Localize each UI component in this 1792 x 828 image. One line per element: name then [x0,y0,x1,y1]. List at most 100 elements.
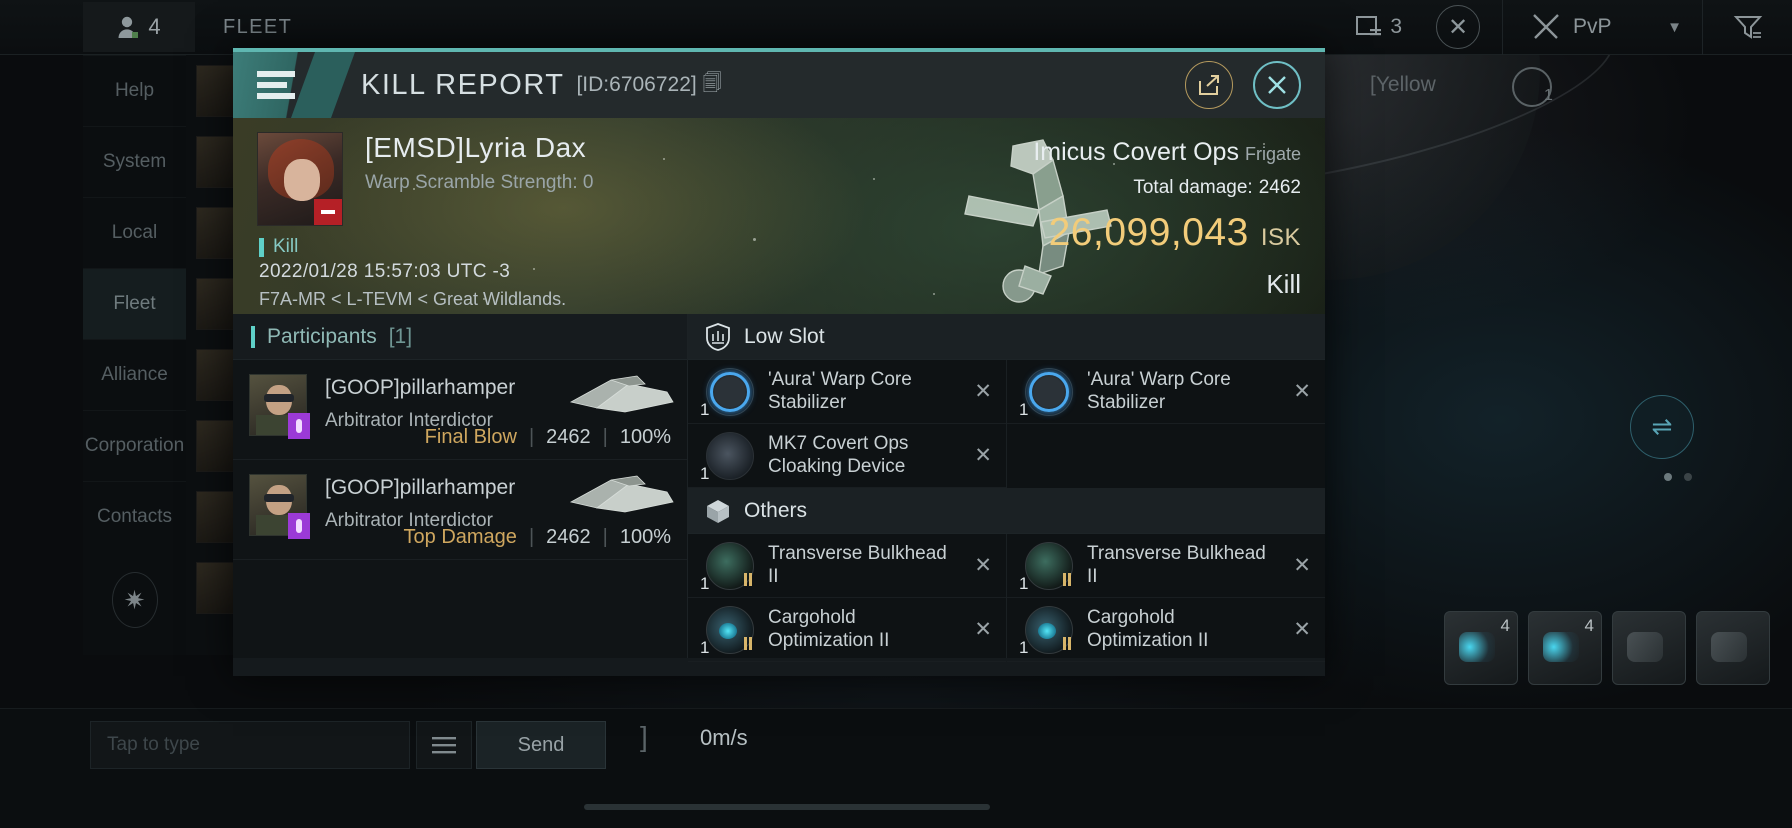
fleet-member-count[interactable]: 4 [83,2,195,52]
victim-ship-name: Imicus Covert Ops Frigate [1033,138,1301,167]
sidebar-settings[interactable]: ✷ [83,572,186,628]
sidebar-item-alliance[interactable]: Alliance [83,339,186,410]
sidebar-item-label: Corporation [84,434,185,456]
table-row[interactable]: [GOOP]pillarhamper Arbitrator Interdicto… [233,360,687,460]
sidebar-item-contacts[interactable]: Contacts [83,481,186,552]
list-item[interactable]: 1 Transverse Bulkhead II ✕ [1007,534,1325,598]
sidebar-item-label: Local [111,221,158,243]
low-slot-column-1: 1 'Aura' Warp Core Stabilizer ✕ 1 MK7 Co… [688,360,1007,488]
close-button[interactable] [1253,61,1301,109]
x-icon[interactable]: ✕ [964,617,992,642]
page-dot[interactable] [1664,473,1672,481]
hud-module-bar: 4 4 [1444,611,1770,685]
result-accent-bar [259,237,264,257]
sidebar-item-label: Contacts [97,505,172,527]
x-icon[interactable]: ✕ [1283,617,1311,642]
page-dots[interactable] [1664,473,1692,481]
isk-unit: ISK [1260,224,1301,251]
participant-info: [GOOP]pillarhamper Arbitrator Interdicto… [325,474,515,532]
pvp-selector[interactable]: PvP ▼ [1502,0,1702,55]
participants-panel: Participants [1] [GOOP]pillarhamper Arbi… [233,314,688,658]
security-tag-icon [288,413,310,439]
send-button[interactable]: Send [476,721,606,769]
member-count-label: 4 [148,14,161,39]
sidebar-item-help[interactable]: Help [83,55,186,126]
x-icon[interactable]: ✕ [1283,379,1311,404]
list-item[interactable]: 1 Transverse Bulkhead II ✕ [688,534,1006,598]
hud-module-slot[interactable]: 4 [1444,611,1518,685]
sidebar-item-fleet[interactable]: Fleet [83,268,186,339]
filter-icon [1733,16,1762,39]
hud-module-slot[interactable] [1612,611,1686,685]
filter-button[interactable] [1702,0,1792,55]
total-damage-label: Total damage: [1133,177,1253,198]
participant-stats: Final Blow | 2462 | 100% [425,426,671,449]
low-slot-shield-icon [704,322,732,352]
page-title: KILL REPORT [361,68,565,101]
participant-damage: 2462 [546,526,591,548]
participants-title: Participants [267,324,377,348]
modal-menu-button[interactable] [233,52,325,118]
sidebar-item-corporation[interactable]: Corporation [83,410,186,481]
module-icon [706,431,754,480]
share-button[interactable] [1185,61,1233,109]
sunglasses-icon [264,494,294,502]
list-item[interactable]: 1 'Aura' Warp Core Stabilizer ✕ [1007,360,1325,424]
module-qty: 1 [1019,573,1029,593]
victim-portrait[interactable] [257,132,343,226]
fleet-window-title: FLEET [223,15,293,38]
sidebar-item-label: Alliance [101,363,168,385]
chat-input[interactable]: Tap to type [90,721,410,769]
separator: | [528,526,535,548]
participants-count: [1] [388,324,413,348]
close-fleet-button[interactable]: ✕ [1436,5,1480,49]
tech-level-icon [744,572,752,586]
x-icon[interactable]: ✕ [964,553,992,578]
others-columns: 1 Transverse Bulkhead II ✕ 1 Cargohold O… [688,534,1325,662]
top-bar: 4 FLEET 3 ✕ PvP ▼ [0,0,1792,55]
x-icon[interactable]: ✕ [1283,553,1311,578]
list-item[interactable]: 1 Cargohold Optimization II ✕ [688,598,1006,662]
sidebar-nav: Help System Local Fleet Alliance Corpora… [83,55,186,655]
copy-icon[interactable]: 🗐 [703,69,722,101]
chat-menu-button[interactable] [416,721,472,769]
sidebar-item-label: Help [114,79,155,101]
sidebar-item-label: Fleet [113,292,156,314]
minus-badge-icon [314,199,342,225]
hud-module-slot[interactable]: 4 [1528,611,1602,685]
x-icon[interactable]: ✕ [964,443,992,468]
kill-result: Kill [259,236,298,258]
horizontal-scrollbar[interactable] [584,804,990,810]
module-name: 'Aura' Warp Core Stabilizer [1087,368,1231,413]
kill-banner: [EMSD]Lyria Dax Warp Scramble Strength: … [233,118,1325,314]
list-item[interactable]: 1 'Aura' Warp Core Stabilizer ✕ [688,360,1006,424]
hamburger-icon [257,71,295,99]
hud-module-slot[interactable] [1696,611,1770,685]
total-damage: Total damage: 2462 [1033,177,1301,199]
x-icon[interactable]: ✕ [964,379,992,404]
kill-report-id: [ID:6706722] [576,73,697,96]
result-label: Kill [273,236,299,257]
bracket-decoration: ] [640,721,648,752]
swap-arrows-icon[interactable]: ⇌ [1630,395,1694,459]
aura-warp-core-stabilizer-icon: 1 [700,366,754,419]
list-item[interactable]: 1 Cargohold Optimization II ✕ [1007,598,1325,662]
module-name: Transverse Bulkhead II [768,542,947,587]
list-item[interactable]: 1 MK7 Covert Ops Cloaking Device ✕ [688,424,1006,488]
module-qty: 1 [700,637,710,657]
modal-body: Participants [1] [GOOP]pillarhamper Arbi… [233,314,1325,662]
module-icon [1025,367,1073,416]
page-dot[interactable] [1684,473,1692,481]
kill-location: F7A-MR < L-TEVM < Great Wildlands. [259,289,567,309]
kill-summary: Imicus Covert Ops Frigate Total damage: 24… [1033,138,1301,300]
transverse-bulkhead-icon: 1 [1019,540,1073,593]
sidebar-item-system[interactable]: System [83,126,186,197]
separator: | [602,526,608,548]
module-name: 'Aura' Warp Core Stabilizer [768,368,912,413]
participant-percent: 100% [619,426,671,448]
table-row[interactable]: [GOOP]pillarhamper Arbitrator Interdicto… [233,460,687,560]
window-count[interactable]: 3 [1356,15,1402,39]
security-tag-icon [288,513,310,539]
pvp-label: PvP [1573,15,1612,38]
sidebar-item-local[interactable]: Local [83,197,186,268]
